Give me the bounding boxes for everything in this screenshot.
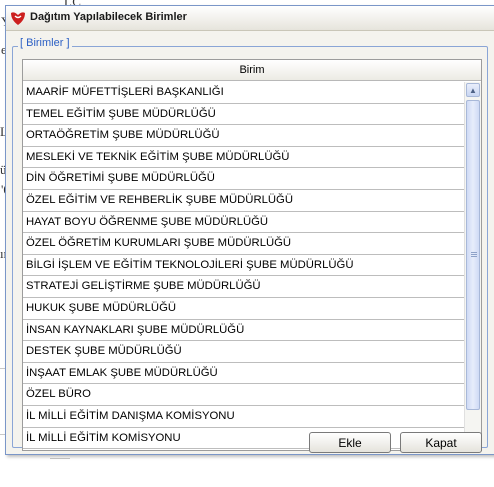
- group-label: [ Birimler ]: [18, 37, 72, 49]
- table-row[interactable]: MESLEKİ VE TEKNİK EĞİTİM ŞUBE MÜDÜRLÜĞÜ: [23, 147, 464, 169]
- table-row[interactable]: STRATEJİ GELİŞTİRME ŞUBE MÜDÜRLÜĞÜ: [23, 276, 464, 298]
- table-row[interactable]: İL MİLLİ EĞİTİM KOMİSYONU: [23, 428, 464, 449]
- table-row[interactable]: ÖZEL EĞİTİM VE REHBERLİK ŞUBE MÜDÜRLÜĞÜ: [23, 190, 464, 212]
- table-row[interactable]: MAARİF MÜFETTİŞLERİ BAŞKANLIĞI: [23, 82, 464, 104]
- title-bar[interactable]: Dağıtım Yapılabilecek Birimler: [6, 6, 494, 31]
- close-button[interactable]: Kapat: [400, 432, 482, 453]
- dialog-window: Dağıtım Yapılabilecek Birimler [ Birimle…: [5, 5, 494, 455]
- table-row[interactable]: BİLGİ İŞLEM VE EĞİTİM TEKNOLOJİLERİ ŞUBE…: [23, 255, 464, 277]
- table-row[interactable]: İL MİLLİ EĞİTİM DANIŞMA KOMİSYONU: [23, 406, 464, 428]
- table-row[interactable]: DESTEK ŞUBE MÜDÜRLÜĞÜ: [23, 341, 464, 363]
- grip-line: [471, 252, 477, 253]
- app-logo-icon: [11, 12, 25, 25]
- table-row[interactable]: ÖZEL ÖĞRETİM KURUMLARI ŞUBE MÜDÜRLÜĞÜ: [23, 233, 464, 255]
- column-header-birim[interactable]: Birim: [23, 60, 481, 81]
- table-row[interactable]: ÖZEL BÜRO: [23, 384, 464, 406]
- table-row[interactable]: ORTAÖĞRETİM ŞUBE MÜDÜRLÜĞÜ: [23, 125, 464, 147]
- dialog-title: Dağıtım Yapılabilecek Birimler: [30, 11, 187, 23]
- table-row[interactable]: DİN ÖĞRETİMİ ŞUBE MÜDÜRLÜĞÜ: [23, 168, 464, 190]
- table-row[interactable]: İNSAN KAYNAKLARI ŞUBE MÜDÜRLÜĞÜ: [23, 320, 464, 342]
- grip-line: [471, 254, 477, 255]
- scrollbar-thumb[interactable]: [466, 100, 480, 410]
- table-row[interactable]: HUKUK ŞUBE MÜDÜRLÜĞÜ: [23, 298, 464, 320]
- grip-line: [471, 256, 477, 257]
- units-grid: Birim MAARİF MÜFETTİŞLERİ BAŞKANLIĞI TEME…: [22, 59, 482, 451]
- table-row[interactable]: HAYAT BOYU ÖĞRENME ŞUBE MÜDÜRLÜĞÜ: [23, 212, 464, 234]
- table-row[interactable]: TEMEL EĞİTİM ŞUBE MÜDÜRLÜĞÜ: [23, 104, 464, 126]
- table-row[interactable]: İNŞAAT EMLAK ŞUBE MÜDÜRLÜĞÜ: [23, 363, 464, 385]
- vertical-scrollbar[interactable]: ▲ ▼: [464, 82, 481, 449]
- bg-divider: [50, 458, 70, 459]
- add-button[interactable]: Ekle: [309, 432, 391, 453]
- grid-rows: MAARİF MÜFETTİŞLERİ BAŞKANLIĞI TEMEL EĞİT…: [23, 82, 464, 449]
- chevron-up-icon[interactable]: ▲: [466, 83, 480, 97]
